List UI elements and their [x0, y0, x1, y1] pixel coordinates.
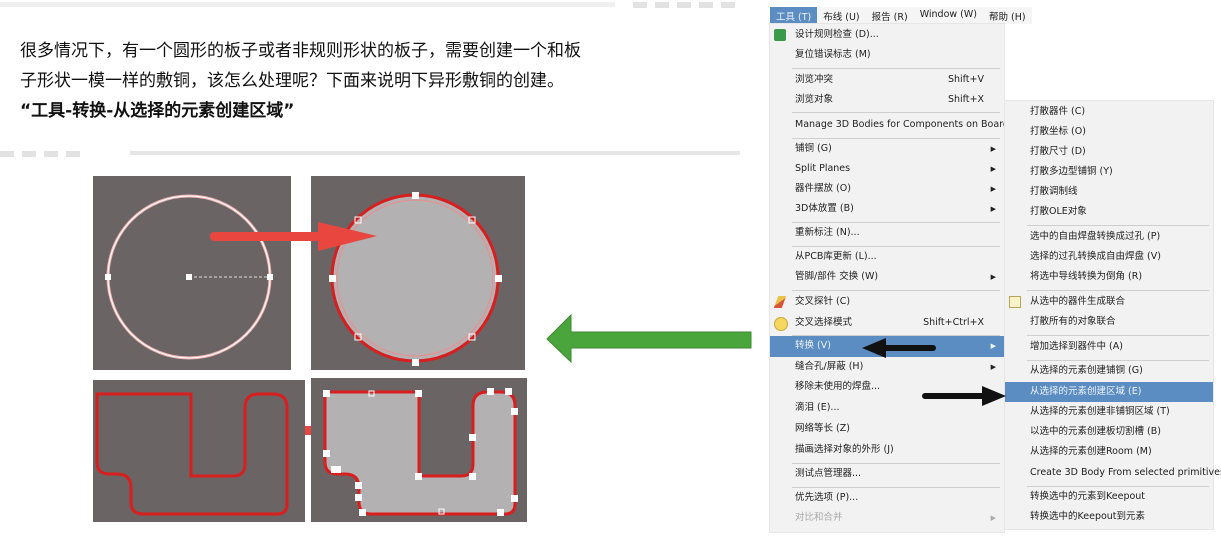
menu-item-reset-error-markers[interactable]: 复位错误标志 (M): [770, 45, 1004, 65]
submenu-item[interactable]: 打散OLE对象: [1005, 202, 1213, 222]
pcb-irregular-region-image: [311, 378, 527, 522]
submenu-item[interactable]: Create 3D Body From selected primitives: [1005, 463, 1221, 483]
irregular-region-drawing: [323, 388, 518, 516]
submenu-item[interactable]: 从选择的元素创建Room (M): [1005, 442, 1213, 462]
menu-help[interactable]: 帮助 (H): [983, 7, 1032, 24]
submenu-item[interactable]: 转换选中的Keepout到元素: [1005, 507, 1213, 527]
submenu-item[interactable]: 从选择的元素创建铺铜 (G): [1005, 361, 1213, 381]
irregular-outline-drawing: [95, 392, 289, 516]
menu-item-update-from-pcb-library[interactable]: 从PCB库更新 (L)...: [770, 247, 1004, 267]
submenu-arrow-icon: ▶: [990, 514, 996, 522]
menu-separator: [1027, 225, 1209, 226]
union-icon: [1009, 296, 1021, 308]
menu-window[interactable]: Window (W): [914, 7, 983, 24]
submenu-item[interactable]: 以选中的元素创建板切割槽 (B): [1005, 422, 1213, 442]
menu-item-teardrops[interactable]: 滴泪 (E)...: [770, 398, 1004, 418]
menu-item-testpoint-manager[interactable]: 测试点管理器...: [770, 464, 1004, 484]
submenu-item[interactable]: 打散调制线: [1005, 182, 1213, 202]
menu-item-component-placement[interactable]: 器件摆放 (O) ▶: [770, 179, 1004, 199]
submenu-item-create-region[interactable]: 从选择的元素创建区域 (E): [1005, 382, 1213, 402]
menu-item-re-annotate[interactable]: 重新标注 (N)...: [770, 223, 1004, 243]
submenu-arrow-icon: ▶: [990, 205, 996, 213]
drc-icon: [774, 29, 786, 41]
menu-tools[interactable]: 工具 (T): [770, 7, 818, 24]
submenu-arrow-icon: ▶: [990, 363, 996, 371]
menu-bar: 工具 (T) 布线 (U) 报告 (R) Window (W) 帮助 (H): [770, 7, 1032, 24]
submenu-arrow-icon: ▶: [990, 165, 996, 173]
menu-item-browse-objects[interactable]: 浏览对象 Shift+X: [770, 90, 1004, 110]
green-arrow-icon: [546, 313, 752, 364]
submenu-item[interactable]: 选择的过孔转换成自由焊盘 (V): [1005, 247, 1213, 267]
submenu-item[interactable]: 从选中的器件生成联合: [1005, 292, 1213, 312]
submenu-item[interactable]: 打散尺寸 (D): [1005, 142, 1213, 162]
menu-item-cross-select-mode[interactable]: 交叉选择模式 Shift+Ctrl+X: [770, 313, 1004, 333]
submenu-item[interactable]: 将选中导线转换为倒角 (R): [1005, 267, 1213, 287]
submenu-arrow-icon: ▶: [990, 145, 996, 153]
submenu-arrow-icon: ▶: [990, 273, 996, 281]
menu-item-convert[interactable]: 转换 (V) ▶: [770, 336, 1004, 357]
menu-item-drc[interactable]: 设计规则检查 (D)...: [770, 25, 1004, 45]
menu-item-remove-unused-pads[interactable]: 移除未使用的焊盘...: [770, 377, 1004, 397]
menu-item-polygon-pours[interactable]: 铺铜 (G) ▶: [770, 139, 1004, 159]
submenu-arrow-icon: ▶: [990, 185, 996, 193]
menu-reports[interactable]: 报告 (R): [866, 7, 914, 24]
menu-separator: [792, 112, 1000, 113]
tools-menu: 设计规则检查 (D)... 复位错误标志 (M) 浏览冲突 Shift+V 浏览对…: [770, 24, 1018, 532]
submenu-item[interactable]: 增加选择到器件中 (A): [1005, 337, 1213, 357]
convert-submenu: 打散器件 (C) 打散坐标 (O) 打散尺寸 (D) 打散多边型铺铜 (Y) 打…: [1005, 101, 1221, 529]
menu-separator: [792, 290, 1000, 291]
menu-separator: [1027, 335, 1209, 336]
menu-separator: [792, 68, 1000, 69]
submenu-arrow-icon: ▶: [990, 342, 996, 350]
menu-item-preferences[interactable]: 优先选项 (P)...: [770, 488, 1004, 508]
menu-item-cross-probe[interactable]: 交叉探针 (C): [770, 292, 1004, 312]
menu-item-equalize-net-lengths[interactable]: 网络等长 (Z): [770, 419, 1004, 439]
submenu-item[interactable]: 打散所有的对象联合: [1005, 312, 1213, 332]
submenu-item[interactable]: 打散器件 (C): [1005, 102, 1213, 122]
menu-item-3d-body-placement[interactable]: 3D体放置 (B) ▶: [770, 199, 1004, 219]
submenu-item[interactable]: 打散多边型铺铜 (Y): [1005, 162, 1213, 182]
menu-item-split-planes[interactable]: Split Planes ▶: [770, 159, 1004, 179]
submenu-item[interactable]: 转换选中的元素到Keepout: [1005, 487, 1213, 507]
menu-item-outline-selected-objects[interactable]: 描画选择对象的外形 (J): [770, 440, 1004, 460]
menu-item-browse-violations[interactable]: 浏览冲突 Shift+V: [770, 70, 1004, 90]
menu-item-manage-3d-bodies[interactable]: Manage 3D Bodies for Components on Board…: [770, 115, 1018, 135]
menu-item-via-stitching-shielding[interactable]: 缝合孔/屏蔽 (H) ▶: [770, 357, 1004, 377]
red-arrow-icon: [210, 222, 377, 251]
menu-item-compare-and-merge[interactable]: 对比和合并 ▶: [770, 508, 1004, 528]
submenu-item[interactable]: 选中的自由焊盘转换成过孔 (P): [1005, 227, 1213, 247]
cross-probe-icon: [773, 296, 787, 308]
menu-separator: [1027, 290, 1209, 291]
menu-route[interactable]: 布线 (U): [817, 7, 865, 24]
submenu-item[interactable]: 打散坐标 (O): [1005, 122, 1213, 142]
submenu-item[interactable]: 从选择的元素创建非铺铜区域 (T): [1005, 402, 1213, 422]
cross-select-icon: [774, 317, 788, 331]
menu-item-pin-part-swapping[interactable]: 管脚/部件 交换 (W) ▶: [770, 267, 1004, 287]
pcb-irregular-outline-image: [93, 380, 305, 522]
